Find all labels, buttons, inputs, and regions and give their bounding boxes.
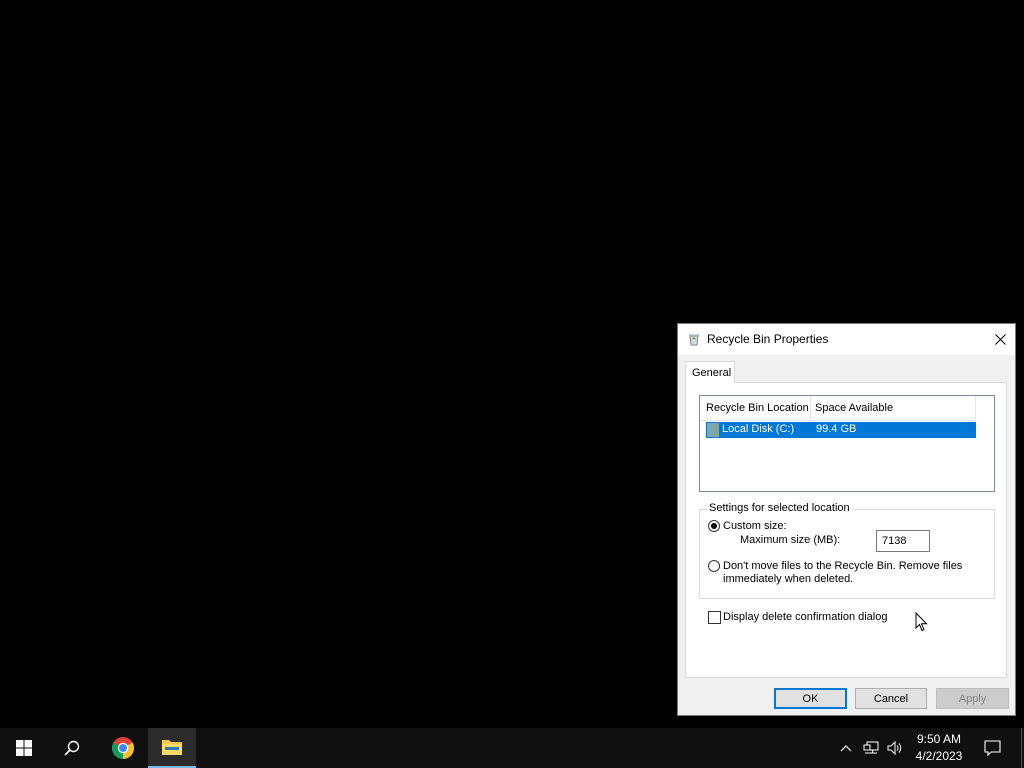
confirmation-label[interactable]: Display delete confirmation dialog <box>723 611 887 623</box>
max-size-input[interactable] <box>876 530 930 552</box>
row-space: 99.4 GB <box>816 423 857 435</box>
ok-button-label: OK <box>802 692 819 705</box>
column-header-space[interactable]: Space Available <box>815 402 893 414</box>
network-button[interactable] <box>860 728 882 768</box>
list-row-local-disk[interactable]: Local Disk (C:) 99.4 GB <box>706 422 976 438</box>
chrome-taskbar-button[interactable] <box>99 728 147 768</box>
notification-icon <box>983 740 1001 756</box>
clock[interactable]: 9:50 AM 4/2/2023 <box>908 728 970 768</box>
column-separator[interactable] <box>810 396 811 420</box>
file-explorer-icon <box>162 740 182 755</box>
custom-size-radio[interactable] <box>708 520 720 532</box>
action-center-button[interactable] <box>976 728 1008 768</box>
recycle-bin-location-list[interactable]: Recycle Bin Location Space Available Loc… <box>699 395 995 492</box>
tab-general-label: General <box>692 367 732 379</box>
start-icon <box>16 740 32 756</box>
file-explorer-taskbar-button[interactable] <box>148 728 196 768</box>
search-icon <box>64 740 80 756</box>
cancel-button[interactable]: Cancel <box>855 688 927 709</box>
mouse-cursor-icon <box>915 612 928 632</box>
clock-date: 4/2/2023 <box>915 749 963 763</box>
dialog-title: Recycle Bin Properties <box>707 332 829 346</box>
column-header-location[interactable]: Recycle Bin Location <box>706 402 809 414</box>
ok-button[interactable]: OK <box>774 688 847 709</box>
recycle-bin-icon <box>689 334 699 346</box>
chrome-icon <box>112 737 134 759</box>
speaker-icon <box>887 741 902 755</box>
list-header: Recycle Bin Location Space Available <box>700 396 976 421</box>
search-button[interactable] <box>48 728 96 768</box>
apply-button[interactable]: Apply <box>936 688 1009 709</box>
taskbar: 9:50 AM 4/2/2023 <box>0 728 1024 768</box>
settings-group-label: Settings for selected location <box>707 502 852 514</box>
close-icon <box>994 333 1006 345</box>
drive-icon <box>707 423 719 437</box>
tab-general[interactable]: General <box>685 361 735 383</box>
show-desktop-divider <box>1020 728 1022 768</box>
confirmation-checkbox[interactable] <box>708 611 721 624</box>
custom-size-label[interactable]: Custom size: <box>723 520 787 532</box>
start-button[interactable] <box>0 728 48 768</box>
recycle-bin-properties-dialog: Recycle Bin Properties General Recycle B… <box>677 323 1016 716</box>
dont-move-label-line2[interactable]: immediately when deleted. <box>723 573 853 585</box>
chevron-up-icon <box>840 745 852 752</box>
show-hidden-icons-button[interactable] <box>836 728 856 768</box>
dont-move-label-line1[interactable]: Don't move files to the Recycle Bin. Rem… <box>723 560 962 572</box>
cancel-button-label: Cancel <box>873 692 909 705</box>
clock-time: 9:50 AM <box>916 732 962 746</box>
column-separator[interactable] <box>975 396 976 420</box>
max-size-label: Maximum size (MB): <box>740 534 841 546</box>
dont-move-radio[interactable] <box>708 560 720 572</box>
apply-button-label: Apply <box>958 692 987 705</box>
close-button[interactable] <box>985 324 1015 354</box>
volume-button[interactable] <box>884 728 906 768</box>
show-desktop-button[interactable] <box>1018 728 1024 768</box>
network-icon <box>863 741 879 754</box>
row-location: Local Disk (C:) <box>722 423 795 435</box>
title-bar[interactable]: Recycle Bin Properties <box>678 324 1015 355</box>
